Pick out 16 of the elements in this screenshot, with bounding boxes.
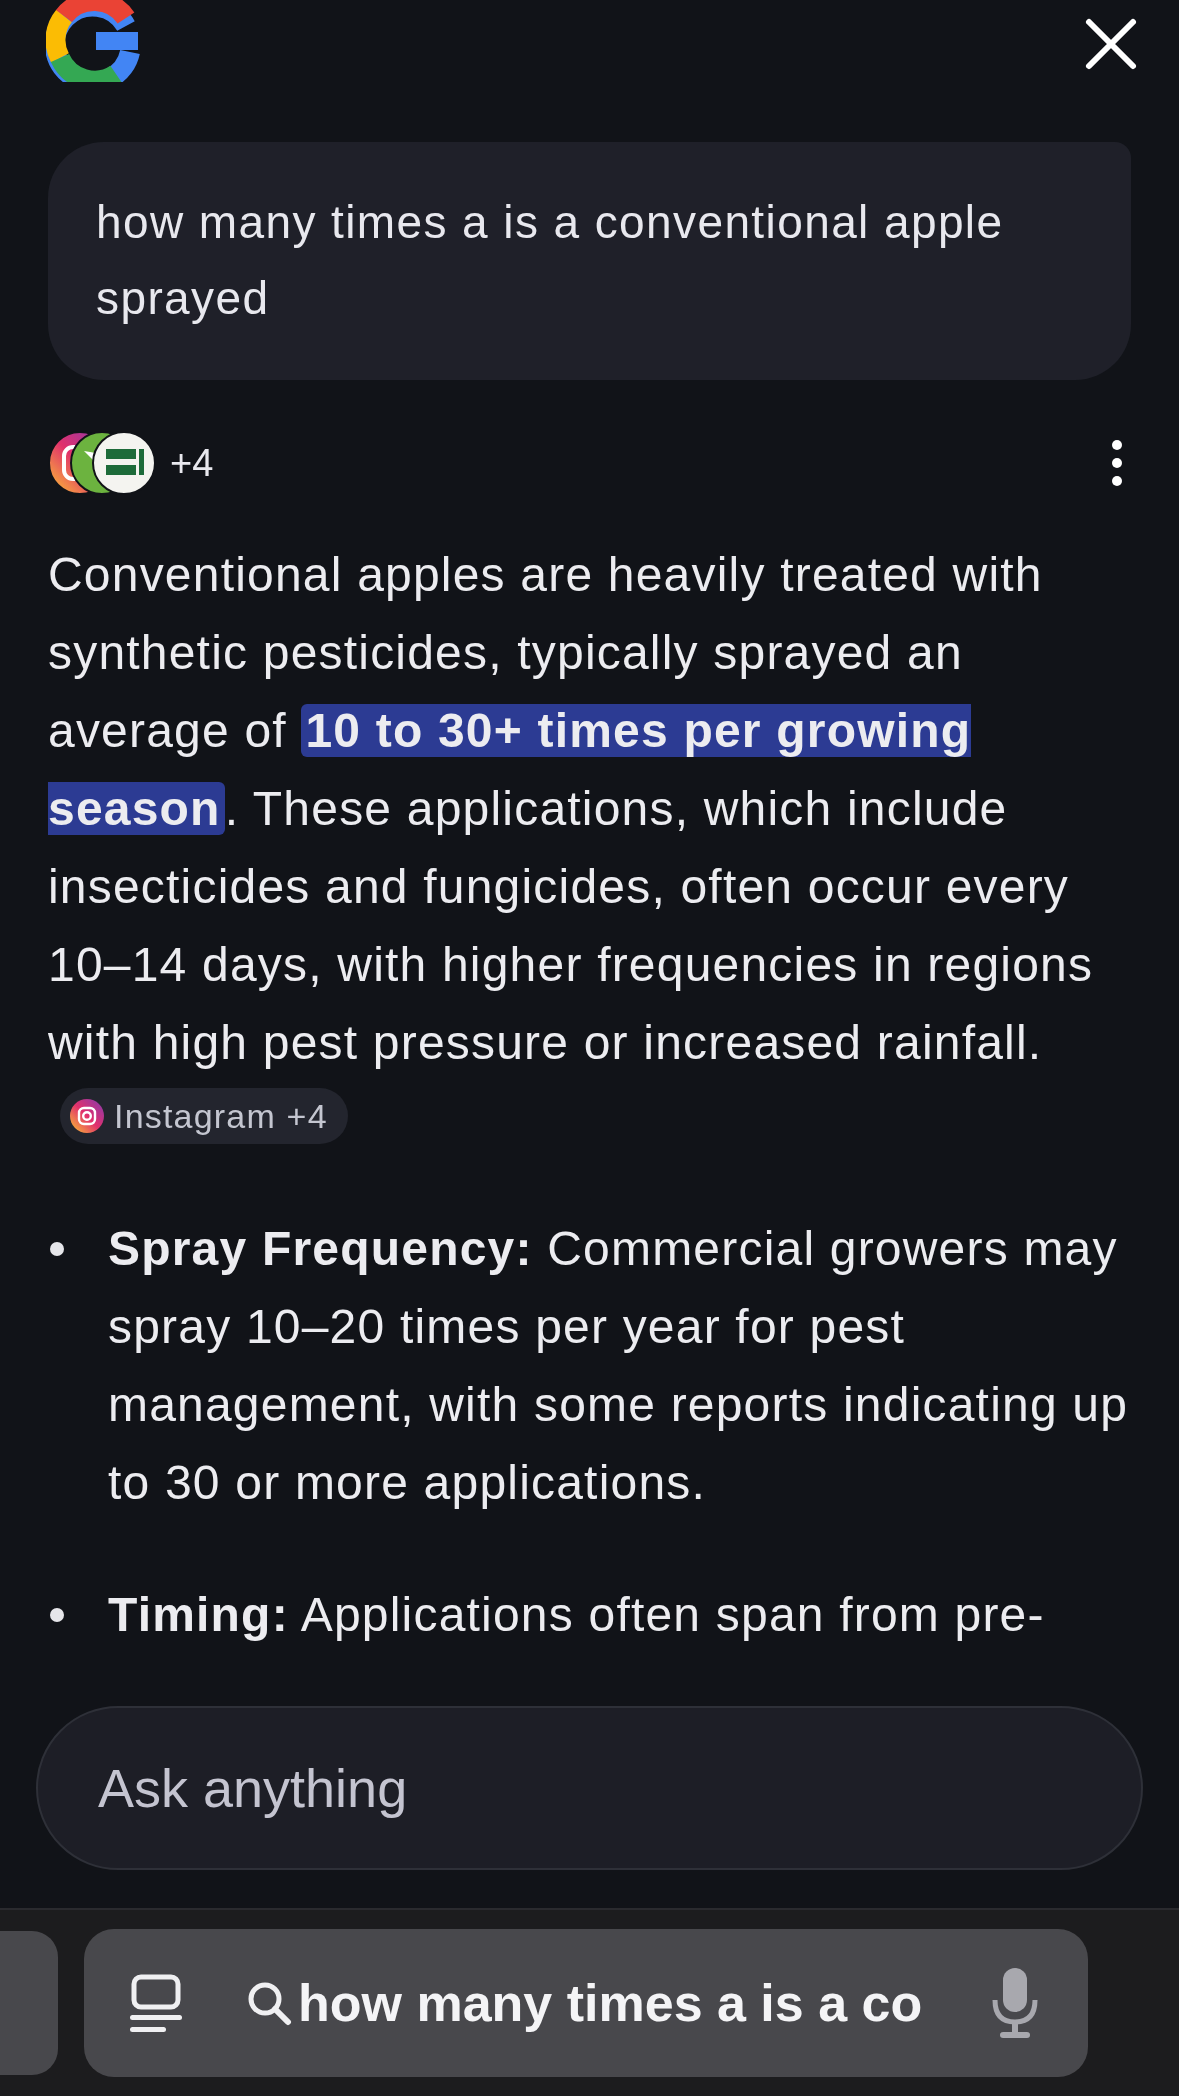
source-avatars-drawing[interactable] bbox=[48, 431, 156, 495]
ask-field[interactable]: Ask anything bbox=[36, 1706, 1143, 1870]
address-text: how many times a is a co bbox=[298, 1973, 923, 2033]
close-button[interactable] bbox=[1083, 16, 1139, 72]
search-icon bbox=[246, 1980, 292, 2026]
instagram-icon bbox=[70, 1099, 104, 1133]
source-count[interactable]: +4 bbox=[170, 441, 214, 485]
answer-paragraph: Conventional apples are heavily treated with synthetic pesticides, typically sprayed an average of 10 to 30+ times per growing season. These applications, which include insecticides and fungicides, often occur every 10–14 days, with higher frequencies in regions with high pest pressure or increased rainfall. Instagram +4 bbox=[48, 536, 1131, 1160]
query-bubble: how many times a is a conventional apple sprayed bbox=[48, 142, 1131, 380]
citation-chip[interactable]: Instagram +4 bbox=[60, 1088, 348, 1144]
bullet-icon bbox=[50, 1608, 64, 1622]
bullet-text: Timing: Applications often span from pre- bbox=[108, 1587, 1045, 1643]
bullet-icon bbox=[50, 1242, 64, 1256]
bullet-text: Spray Frequency: Commercial growers may spray 10–20 times per year for pest management, with some reports indicating up to 30 or more applications. bbox=[108, 1221, 1130, 1511]
address-bar[interactable]: how many times a is a co bbox=[84, 1929, 1088, 2077]
microphone-icon[interactable] bbox=[992, 1966, 1038, 2040]
